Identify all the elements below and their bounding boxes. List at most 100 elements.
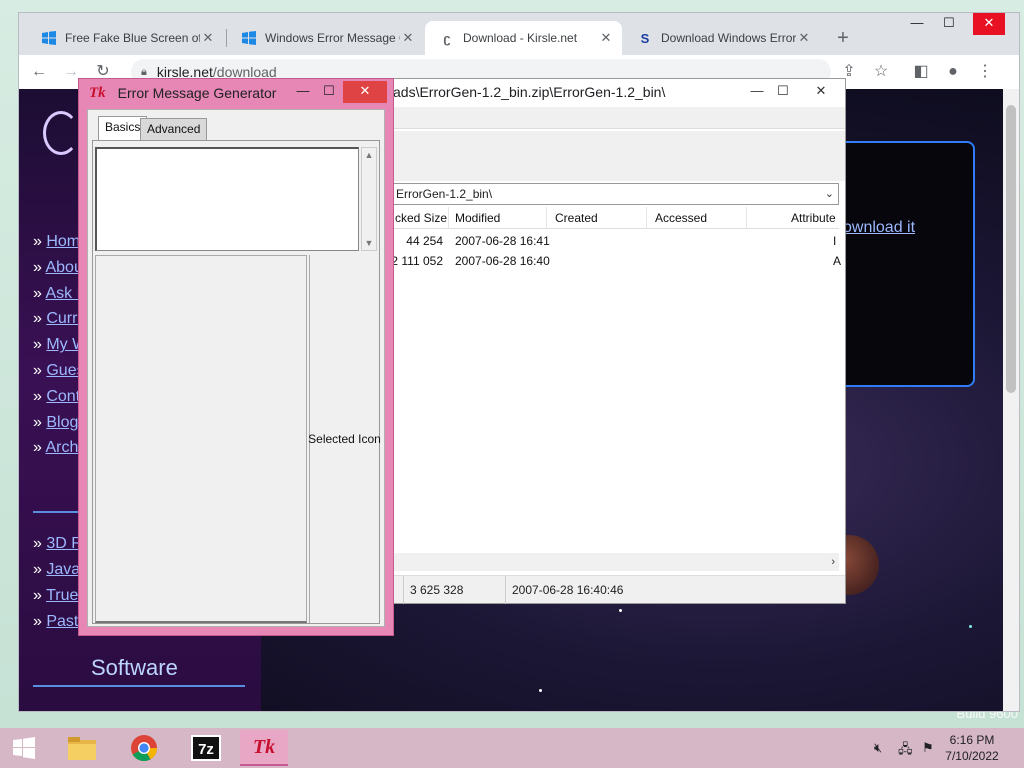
tab-kirsle-download[interactable]: ʗ Download - Kirsle.net ✕ bbox=[425, 21, 622, 55]
tab-close-icon[interactable]: ✕ bbox=[400, 30, 416, 46]
tab-error-generator[interactable]: Windows Error Message Generator ✕ bbox=[227, 21, 424, 55]
system-clock[interactable]: 6:16 PM 7/10/2022 bbox=[942, 732, 1002, 764]
scrollbar-thumb[interactable] bbox=[1006, 105, 1016, 393]
sevenzip-address-combo[interactable]: ErrorGen-1.2_bin\ ⌄ bbox=[391, 183, 839, 205]
nav-link-label[interactable]: Blog bbox=[46, 414, 78, 431]
file-explorer-button[interactable] bbox=[58, 730, 106, 766]
windows-start-icon bbox=[13, 737, 35, 759]
bullet-icon: » bbox=[33, 439, 46, 457]
sidebar-nav-link[interactable]: » Past bbox=[33, 613, 78, 631]
horizontal-scrollbar[interactable]: › bbox=[391, 553, 839, 571]
tab-strip: Free Fake Blue Screen of Death ✕ Windows… bbox=[19, 13, 1019, 55]
column-created[interactable]: Created bbox=[551, 207, 647, 229]
table-row[interactable]: 44 254 2007-06-28 16:41 I bbox=[391, 231, 839, 251]
profile-avatar-icon[interactable]: ● bbox=[941, 60, 965, 84]
tab-softpedia[interactable]: S Download Windows Error Message ✕ bbox=[623, 21, 820, 55]
tab-advanced[interactable]: Advanced bbox=[140, 118, 208, 140]
chevron-right-icon[interactable]: › bbox=[831, 553, 835, 571]
bullet-icon: » bbox=[33, 561, 47, 578]
bookmark-star-icon[interactable]: ☆ bbox=[869, 60, 893, 84]
sevenzip-taskbar-button[interactable]: 7z bbox=[182, 730, 230, 766]
minimize-button[interactable]: — bbox=[745, 81, 769, 103]
page-scrollbar[interactable] bbox=[1003, 89, 1019, 711]
table-row[interactable]: 2 111 052 2007-06-28 16:40 A bbox=[391, 251, 841, 271]
kirsle-logo-icon bbox=[43, 111, 79, 155]
menu-kebab-icon[interactable]: ⋮ bbox=[973, 60, 997, 84]
tab-title: Download Windows Error Message bbox=[661, 31, 796, 45]
sidebar-divider bbox=[33, 685, 245, 687]
start-button[interactable] bbox=[0, 730, 48, 766]
error-generator-window: Tk Error Message Generator — ☐ ✕ Basics … bbox=[78, 78, 394, 636]
column-accessed[interactable]: Accessed bbox=[651, 207, 747, 229]
tab-bsod[interactable]: Free Fake Blue Screen of Death ✕ bbox=[27, 21, 224, 55]
message-textarea[interactable] bbox=[95, 147, 359, 251]
sidebar-nav-link[interactable]: » Blog bbox=[33, 414, 78, 432]
close-window-button[interactable]: ✕ bbox=[973, 13, 1005, 35]
volume-muted-icon[interactable]: 🔇︎ bbox=[874, 740, 882, 756]
maximize-button[interactable]: ☐ bbox=[771, 81, 795, 103]
window-title: Error Message Generator bbox=[117, 85, 277, 101]
clock-date: 7/10/2022 bbox=[945, 749, 999, 763]
tk-taskbar-button[interactable]: Tk bbox=[240, 730, 288, 766]
chevron-down-icon[interactable]: ⌄ bbox=[825, 184, 834, 204]
bullet-icon: » bbox=[33, 535, 47, 552]
minimize-button[interactable]: — bbox=[901, 13, 933, 35]
tk-logo-icon: Tk bbox=[252, 735, 276, 758]
folder-icon bbox=[68, 737, 96, 760]
bullet-icon: » bbox=[33, 310, 47, 328]
basics-panel: ▲ ▼ Selected Icon bbox=[92, 140, 381, 624]
icon-list[interactable] bbox=[95, 255, 307, 623]
column-modified[interactable]: Modified bbox=[451, 207, 547, 229]
nav-link-label[interactable]: Past bbox=[46, 613, 78, 630]
bullet-icon: » bbox=[33, 336, 47, 354]
bullet-icon: » bbox=[33, 613, 47, 630]
sevenzip-logo-icon: 7z bbox=[191, 735, 221, 761]
status-size: 3 625 328 bbox=[403, 576, 463, 604]
bullet-icon: » bbox=[33, 233, 47, 250]
textarea-scrollbar[interactable]: ▲ ▼ bbox=[361, 147, 377, 251]
tab-title: Windows Error Message Generator bbox=[265, 31, 400, 45]
maximize-button[interactable]: ☐ bbox=[315, 81, 343, 103]
tab-close-icon[interactable]: ✕ bbox=[796, 30, 812, 46]
softpedia-s-icon: S bbox=[640, 30, 650, 46]
software-heading: Software bbox=[91, 655, 178, 680]
selected-icon-label: Selected Icon bbox=[308, 255, 381, 623]
sidebar-nav-link[interactable]: » 3D R bbox=[33, 535, 83, 553]
column-packed-size[interactable]: cked Size bbox=[391, 207, 449, 229]
bullet-icon: » bbox=[33, 587, 47, 604]
maximize-button[interactable]: ☐ bbox=[933, 13, 965, 35]
sevenzip-window: ads\ErrorGen-1.2_bin.zip\ErrorGen-1.2_bi… bbox=[376, 78, 846, 604]
star-decoration bbox=[619, 609, 622, 612]
close-window-button[interactable]: ✕ bbox=[343, 81, 387, 103]
sevenzip-toolbar bbox=[377, 131, 845, 181]
scroll-down-icon[interactable]: ▼ bbox=[362, 236, 376, 250]
bullet-icon: » bbox=[33, 413, 47, 431]
column-attributes[interactable]: Attribute bbox=[787, 207, 839, 229]
bullet-icon: » bbox=[33, 362, 47, 379]
modified-date: 2007-06-28 16:40 bbox=[455, 254, 550, 268]
network-icon[interactable]: 🖧 bbox=[898, 740, 913, 762]
kirsle-logo-icon: ʗ bbox=[443, 30, 451, 46]
back-arrow-icon[interactable]: ← bbox=[27, 60, 51, 84]
tab-close-icon[interactable]: ✕ bbox=[598, 30, 614, 46]
tab-close-icon[interactable]: ✕ bbox=[200, 30, 216, 46]
status-date: 2007-06-28 16:40:46 bbox=[505, 576, 623, 604]
download-link[interactable]: ownload it bbox=[843, 219, 915, 237]
close-window-button[interactable]: ✕ bbox=[809, 81, 833, 103]
minimize-button[interactable]: — bbox=[289, 81, 317, 103]
action-center-icon[interactable]: ⚑ bbox=[922, 740, 934, 756]
chrome-taskbar-button[interactable] bbox=[120, 730, 168, 766]
packed-size: 2 111 052 bbox=[391, 254, 443, 268]
file-list-header: cked Size Modified Created Accessed Attr… bbox=[391, 207, 839, 229]
star-decoration bbox=[539, 689, 542, 692]
clock-time: 6:16 PM bbox=[949, 733, 995, 747]
star-decoration bbox=[969, 625, 972, 628]
new-tab-button[interactable]: + bbox=[831, 27, 855, 51]
tk-logo-icon: Tk bbox=[89, 84, 106, 101]
address-text: ErrorGen-1.2_bin\ bbox=[396, 187, 493, 201]
bullet-icon: » bbox=[33, 387, 47, 405]
lock-icon: 🔒︎ bbox=[141, 65, 147, 78]
side-panel-icon[interactable]: ◧ bbox=[909, 60, 933, 84]
windows-logo-icon bbox=[41, 30, 57, 46]
scroll-up-icon[interactable]: ▲ bbox=[362, 148, 376, 162]
